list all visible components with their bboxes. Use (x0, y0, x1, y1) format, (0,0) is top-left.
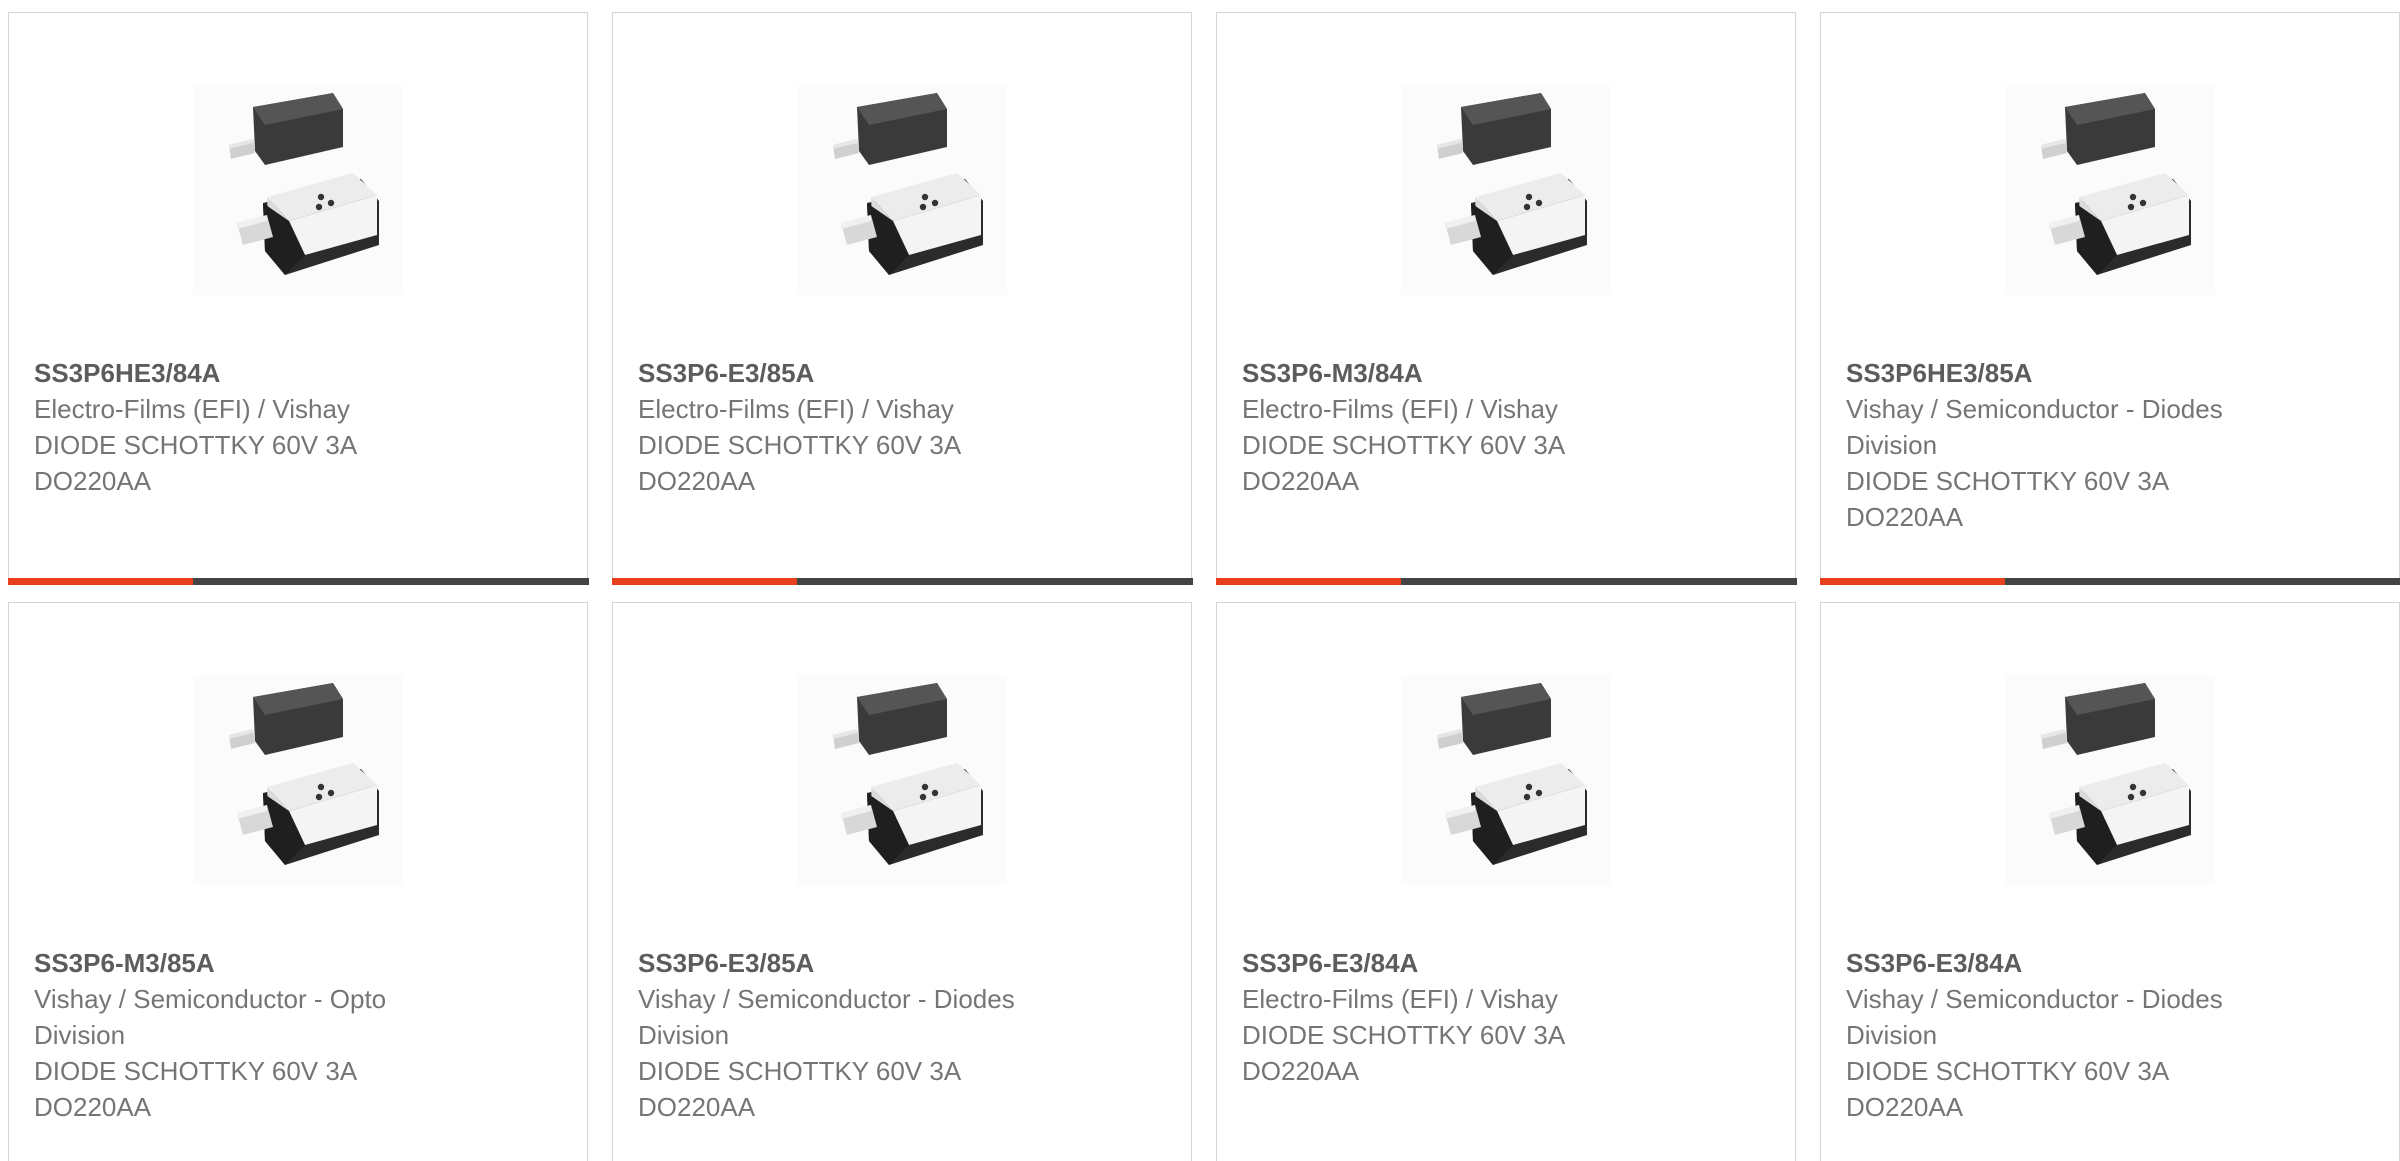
product-description: DIODE SCHOTTKY 60V 3A DO220AA (638, 430, 962, 496)
product-info: SS3P6-E3/85A Vishay / Semiconductor - Di… (638, 945, 1138, 1125)
progress-fill (611, 577, 798, 585)
progress-fill (7, 577, 194, 585)
manufacturer-name: Vishay / Semiconductor - Opto Division (34, 984, 387, 1050)
product-card[interactable]: SS3P6-E3/85A Vishay / Semiconductor - Di… (612, 602, 1192, 1161)
smd-diode-package-icon[interactable] (193, 85, 403, 295)
product-card[interactable]: SS3P6-E3/85A Electro-Films (EFI) / Visha… (611, 12, 1193, 585)
product-info: SS3P6HE3/84A Electro-Films (EFI) / Visha… (34, 355, 534, 499)
product-description: DIODE SCHOTTKY 60V 3A DO220AA (34, 430, 358, 496)
manufacturer-name: Vishay / Semiconductor - Diodes Division (1846, 984, 2223, 1050)
product-grid: SS3P6HE3/84A Electro-Films (EFI) / Visha… (0, 0, 2400, 1161)
product-card[interactable]: SS3P6-E3/84A Electro-Films (EFI) / Visha… (1216, 602, 1796, 1161)
manufacturer-name: Vishay / Semiconductor - Diodes Division (1846, 394, 2223, 460)
smd-diode-package-icon[interactable] (2005, 85, 2215, 295)
product-info: SS3P6HE3/85A Vishay / Semiconductor - Di… (1846, 355, 2346, 535)
part-number[interactable]: SS3P6-M3/84A (1242, 355, 1742, 391)
part-number[interactable]: SS3P6-E3/85A (638, 945, 1138, 981)
smd-diode-package-icon[interactable] (1401, 85, 1611, 295)
product-description: DIODE SCHOTTKY 60V 3A DO220AA (1846, 1056, 2170, 1122)
progress-fill (1215, 577, 1402, 585)
product-info: SS3P6-M3/85A Vishay / Semiconductor - Op… (34, 945, 534, 1125)
smd-diode-package-icon[interactable] (797, 675, 1007, 885)
part-number[interactable]: SS3P6-E3/84A (1846, 945, 2346, 981)
product-card[interactable]: SS3P6HE3/84A Electro-Films (EFI) / Visha… (7, 12, 589, 585)
smd-diode-package-icon[interactable] (193, 675, 403, 885)
smd-diode-package-icon[interactable] (797, 85, 1007, 295)
progress-bar (1215, 577, 1797, 585)
product-description: DIODE SCHOTTKY 60V 3A DO220AA (638, 1056, 962, 1122)
part-number[interactable]: SS3P6-M3/85A (34, 945, 534, 981)
product-description: DIODE SCHOTTKY 60V 3A DO220AA (1242, 1020, 1566, 1086)
part-number[interactable]: SS3P6HE3/84A (34, 355, 534, 391)
smd-diode-package-icon[interactable] (1401, 675, 1611, 885)
product-description: DIODE SCHOTTKY 60V 3A DO220AA (1242, 430, 1566, 496)
product-description: DIODE SCHOTTKY 60V 3A DO220AA (1846, 466, 2170, 532)
progress-bar (611, 577, 1193, 585)
manufacturer-name: Electro-Films (EFI) / Vishay (1242, 984, 1558, 1014)
manufacturer-name: Electro-Films (EFI) / Vishay (1242, 394, 1558, 424)
product-card[interactable]: SS3P6-M3/85A Vishay / Semiconductor - Op… (8, 602, 588, 1161)
part-number[interactable]: SS3P6HE3/85A (1846, 355, 2346, 391)
product-info: SS3P6-E3/85A Electro-Films (EFI) / Visha… (638, 355, 1138, 499)
part-number[interactable]: SS3P6-E3/85A (638, 355, 1138, 391)
product-description: DIODE SCHOTTKY 60V 3A DO220AA (34, 1056, 358, 1122)
manufacturer-name: Electro-Films (EFI) / Vishay (638, 394, 954, 424)
progress-bar (7, 577, 589, 585)
manufacturer-name: Vishay / Semiconductor - Diodes Division (638, 984, 1015, 1050)
progress-fill (1819, 577, 2006, 585)
manufacturer-name: Electro-Films (EFI) / Vishay (34, 394, 350, 424)
product-card[interactable]: SS3P6-E3/84A Vishay / Semiconductor - Di… (1820, 602, 2400, 1161)
product-info: SS3P6-E3/84A Electro-Films (EFI) / Visha… (1242, 945, 1742, 1089)
progress-bar (1819, 577, 2400, 585)
product-info: SS3P6-E3/84A Vishay / Semiconductor - Di… (1846, 945, 2346, 1125)
part-number[interactable]: SS3P6-E3/84A (1242, 945, 1742, 981)
smd-diode-package-icon[interactable] (2005, 675, 2215, 885)
product-card[interactable]: SS3P6-M3/84A Electro-Films (EFI) / Visha… (1215, 12, 1797, 585)
product-card[interactable]: SS3P6HE3/85A Vishay / Semiconductor - Di… (1819, 12, 2400, 585)
product-info: SS3P6-M3/84A Electro-Films (EFI) / Visha… (1242, 355, 1742, 499)
